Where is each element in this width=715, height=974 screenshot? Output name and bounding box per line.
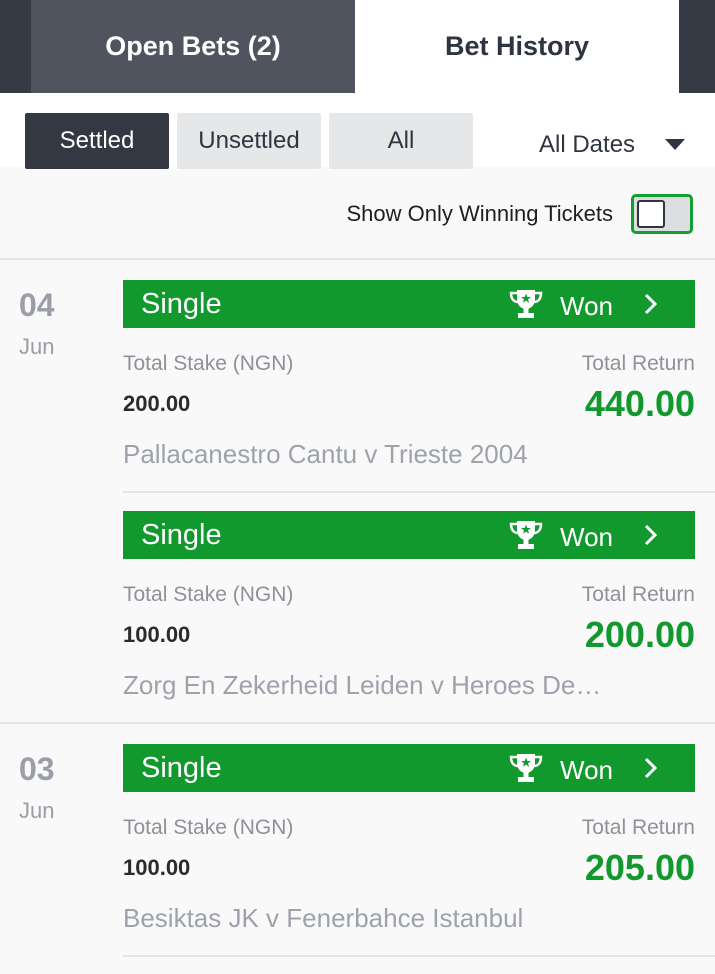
event-name: Besiktas JK v Fenerbahce Istanbul xyxy=(123,903,524,933)
stake-label: Total Stake (NGN) xyxy=(123,352,294,375)
return-value: 205.00 xyxy=(584,847,695,888)
divider xyxy=(0,258,715,260)
return-value: 200.00 xyxy=(584,614,695,655)
winning-tickets-toggle[interactable] xyxy=(631,194,693,234)
group-month: Jun xyxy=(19,798,55,823)
stake-value: 100.00 xyxy=(123,855,191,880)
chevron-right-icon[interactable] xyxy=(643,293,657,315)
filter-unsettled-button[interactable]: Unsettled xyxy=(177,113,321,169)
divider xyxy=(0,722,715,724)
stake-value: 100.00 xyxy=(123,622,191,647)
divider xyxy=(123,955,715,957)
group-day: 04 xyxy=(19,287,55,323)
bet-status: Won xyxy=(560,522,613,552)
return-label: Total Return xyxy=(581,583,695,606)
event-name: Pallacanestro Cantu v Trieste 2004 xyxy=(123,439,528,469)
stake-label: Total Stake (NGN) xyxy=(123,583,294,606)
top-tab-bar: Open Bets (2) Bet History xyxy=(0,0,715,93)
return-label: Total Return xyxy=(581,816,695,839)
stake-label: Total Stake (NGN) xyxy=(123,816,294,839)
bet-header[interactable]: Single Won xyxy=(123,280,695,328)
date-filter-dropdown[interactable]: All Dates xyxy=(539,131,635,159)
bet-type: Single xyxy=(141,752,222,784)
trophy-icon xyxy=(509,290,543,318)
bet-header[interactable]: Single Won xyxy=(123,511,695,559)
chevron-right-icon[interactable] xyxy=(643,757,657,779)
tab-open-bets[interactable]: Open Bets (2) xyxy=(31,0,355,93)
trophy-icon xyxy=(509,521,543,549)
bet-status: Won xyxy=(560,291,613,321)
group-day: 03 xyxy=(19,751,55,787)
event-name: Zorg En Zekerheid Leiden v Heroes De… xyxy=(123,670,602,700)
group-month: Jun xyxy=(19,334,55,359)
bet-type: Single xyxy=(141,288,222,320)
filter-row: Settled Unsettled All All Dates xyxy=(0,93,715,169)
filter-settled-button[interactable]: Settled xyxy=(25,113,169,169)
winning-tickets-label: Show Only Winning Tickets xyxy=(346,201,613,226)
divider xyxy=(123,491,715,493)
chevron-right-icon[interactable] xyxy=(643,524,657,546)
bet-status: Won xyxy=(560,755,613,785)
return-label: Total Return xyxy=(581,352,695,375)
return-value: 440.00 xyxy=(584,383,695,424)
caret-down-icon[interactable] xyxy=(665,139,685,150)
stake-value: 200.00 xyxy=(123,391,191,416)
toggle-knob[interactable] xyxy=(637,200,665,228)
filter-all-button[interactable]: All xyxy=(329,113,473,169)
bet-header[interactable]: Single Won xyxy=(123,744,695,792)
tab-bet-history[interactable]: Bet History xyxy=(355,0,679,93)
trophy-icon xyxy=(509,754,543,782)
bet-type: Single xyxy=(141,519,222,551)
